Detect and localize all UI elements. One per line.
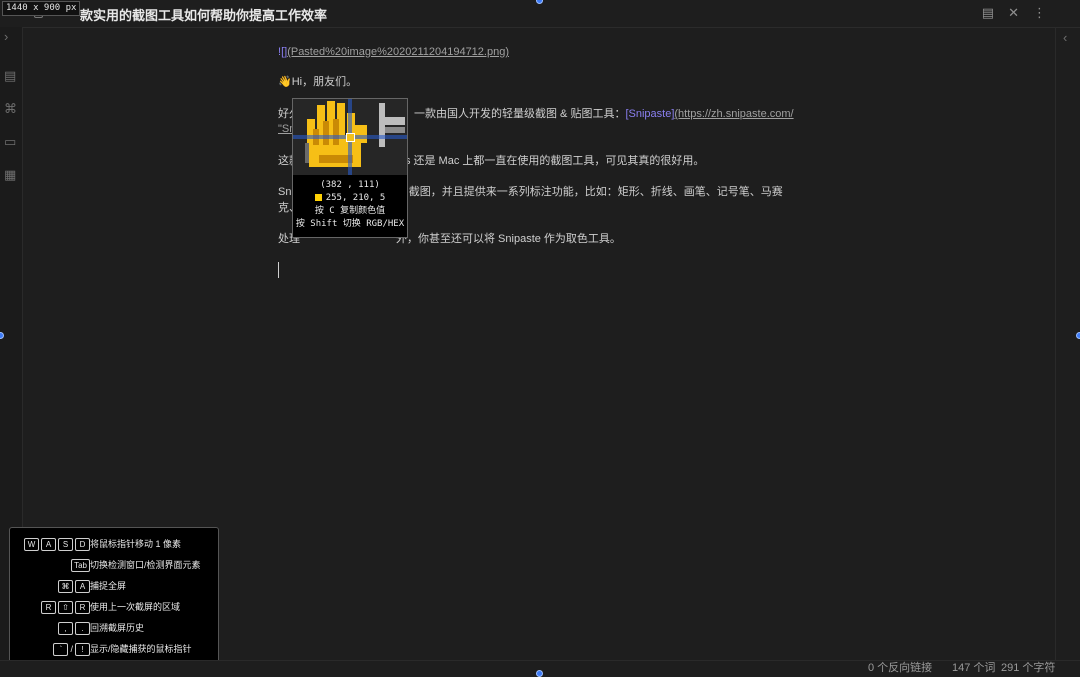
shortcut-keys: ⌘ A: [58, 580, 90, 593]
magnified-view: [293, 99, 407, 175]
key-backtick: `: [53, 643, 69, 656]
file-explorer-icon[interactable]: ▤: [4, 69, 16, 83]
shortcut-description: 切换检测窗口/检测界面元素: [90, 560, 201, 570]
expand-sidebar-icon[interactable]: ›: [4, 30, 8, 44]
key-r: R: [75, 601, 90, 614]
key-s: S: [58, 538, 73, 551]
shortcut-row: ⌘ A 捕捉全屏: [10, 578, 218, 596]
key-exclamation: !: [75, 643, 90, 656]
shortcut-description: 捕捉全屏: [90, 581, 127, 591]
view-actions: ▤ ✕ ⋮: [982, 6, 1046, 20]
expand-right-sidebar-icon[interactable]: ‹: [1063, 30, 1067, 45]
close-icon[interactable]: ✕: [1008, 6, 1019, 20]
shortcut-keys: ` / !: [53, 643, 90, 656]
shortcut-row: Tab 切换检测窗口/检测界面元素: [10, 557, 218, 575]
shortcut-keys: W A S D: [24, 538, 90, 551]
key-shift: ⇧: [58, 601, 73, 614]
shortcut-hints-panel: W A S D 将鼠标指针移动 1 像素 Tab 切换检测窗口/检测界面元素 ⌘…: [9, 527, 219, 664]
capture-handle-bottom[interactable]: [536, 670, 543, 677]
snipaste-link-text[interactable]: [Snipaste]: [625, 108, 674, 120]
key-tab: Tab: [71, 559, 90, 572]
capture-handle-right[interactable]: [1076, 332, 1080, 339]
shortcut-description: 显示/隐藏捕获的鼠标指针: [90, 644, 192, 654]
document-title: 一款实用的截图工具如何帮助你提高工作效率: [67, 8, 328, 23]
right-ribbon: ‹: [1055, 27, 1080, 660]
key-w: W: [24, 538, 39, 551]
color-picker-magnifier: (382 , 111) 255, 210, 5 按 C 复制颜色值 按 Shif…: [292, 98, 408, 238]
shortcut-description: 回溯截屏历史: [90, 623, 145, 633]
picked-pixel: [346, 133, 355, 142]
copy-color-hint: 按 C 复制颜色值: [314, 206, 386, 216]
magnifier-info: (382 , 111) 255, 210, 5 按 C 复制颜色值 按 Shif…: [293, 179, 407, 231]
reading-view-icon[interactable]: ▤: [982, 6, 994, 20]
shortcut-row: R ⇧ R 使用上一次截屏的区域: [10, 599, 218, 617]
image-embed-line: ![](Pasted%20image%2020211204194712.png): [278, 46, 509, 58]
shortcut-keys: Tab: [71, 559, 90, 572]
char-count: 291 个字符: [1001, 662, 1056, 674]
shortcut-row: ` / ! 显示/隐藏捕获的鼠标指针: [10, 641, 218, 659]
word-count: 147 个词: [952, 662, 996, 674]
capture-size-badge: 1440 x 900 px: [2, 1, 81, 16]
text-cursor: [278, 262, 279, 278]
shortcut-keys: , .: [58, 622, 90, 635]
shortcut-keys: R ⇧ R: [41, 601, 90, 614]
title-bar: 一款实用的截图工具如何帮助你提高工作效率 ▤ ✕ ⋮: [0, 0, 1080, 28]
key-a: A: [75, 580, 90, 593]
color-swatch: [314, 194, 322, 201]
color-value-row: 255, 210, 5: [293, 192, 407, 205]
toggle-format-hint: 按 Shift 切换 RGB/HEX: [295, 219, 405, 229]
shortcut-description: 使用上一次截屏的区域: [90, 602, 181, 612]
key-separator: /: [70, 644, 73, 654]
key-cmd: ⌘: [58, 580, 73, 593]
cursor-coordinates: (382 , 111): [320, 180, 380, 190]
key-comma: ,: [58, 622, 73, 635]
rgb-value: 255, 210, 5: [325, 193, 386, 203]
image-link[interactable]: (Pasted%20image%2020211204194712.png): [287, 46, 509, 58]
backlinks-count[interactable]: 0 个反向链接: [868, 661, 932, 676]
key-r: R: [41, 601, 56, 614]
plugins-icon[interactable]: ▦: [4, 168, 16, 182]
more-options-icon[interactable]: ⋮: [1033, 6, 1046, 20]
graph-view-icon[interactable]: ⌘: [4, 102, 17, 116]
shortcut-row: , . 回溯截屏历史: [10, 620, 218, 638]
shortcut-description: 将鼠标指针移动 1 像素: [90, 539, 182, 549]
key-period: .: [75, 622, 90, 635]
greeting-line: 👋Hi，朋友们。: [278, 76, 358, 88]
key-a: A: [41, 538, 56, 551]
canvas-icon[interactable]: ▭: [4, 135, 16, 149]
key-d: D: [75, 538, 90, 551]
snipaste-link-url[interactable]: (https://zh.snipaste.com/: [674, 108, 793, 120]
shortcut-row: W A S D 将鼠标指针移动 1 像素: [10, 536, 218, 554]
